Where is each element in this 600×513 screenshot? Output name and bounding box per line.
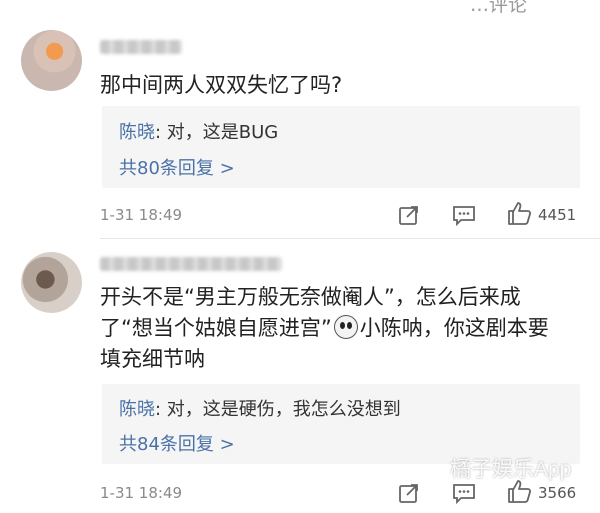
comment-text-part: 小陈呐，你这剧本要 — [359, 316, 549, 340]
comment-text-line: 了“想当个姑娘自愿进宫” 小陈呐，你这剧本要 — [100, 313, 580, 344]
username-blurred[interactable] — [100, 257, 282, 271]
comment-icon[interactable] — [452, 204, 476, 226]
share-icon[interactable] — [397, 481, 421, 505]
emoji-icon — [333, 315, 358, 339]
comment-text-part: 了“想当个姑娘自愿进宫” — [100, 316, 332, 340]
divider — [100, 238, 600, 239]
more-replies-link[interactable]: 共80条回复 > — [119, 154, 235, 180]
comment-time: 1-31 18:49 — [100, 206, 183, 224]
top-cut-text: …评论 — [470, 0, 528, 16]
reply-line: 陈晓: 对，这是硬伤，我怎么没想到 — [119, 395, 401, 421]
comment-text-line: 开头不是“男主万般无奈做阉人”，怎么后来成 — [100, 285, 521, 309]
watermark: 橘子娱乐App — [450, 458, 572, 481]
reply-text: : 对，这是硬伤，我怎么没想到 — [155, 399, 401, 420]
reply-author[interactable]: 陈晓 — [119, 399, 155, 420]
reply-line: 陈晓: 对，这是BUG — [119, 118, 278, 144]
share-icon[interactable] — [397, 203, 421, 227]
more-replies-link[interactable]: 共84条回复 > — [119, 430, 235, 456]
comment-text: 那中间两人双双失忆了吗? — [100, 73, 343, 97]
like-count: 3566 — [538, 484, 577, 502]
comment-icon[interactable] — [452, 482, 476, 504]
username-blurred[interactable] — [100, 40, 182, 54]
reply-text: : 对，这是BUG — [155, 122, 279, 143]
reply-author[interactable]: 陈晓 — [119, 122, 155, 143]
reply-box[interactable]: 陈晓: 对，这是硬伤，我怎么没想到 共84条回复 > — [102, 384, 580, 464]
comment-time: 1-31 18:49 — [100, 484, 183, 502]
like-icon[interactable] — [506, 200, 532, 226]
avatar[interactable] — [21, 252, 82, 313]
like-count: 4451 — [538, 206, 577, 224]
reply-box[interactable]: 陈晓: 对，这是BUG 共80条回复 > — [102, 106, 580, 188]
avatar[interactable] — [21, 30, 82, 91]
comment-text-line: 填充细节呐 — [100, 347, 205, 371]
comment-text: 开头不是“男主万般无奈做阉人”，怎么后来成 了“想当个姑娘自愿进宫” 小陈呐，你这… — [100, 282, 580, 375]
